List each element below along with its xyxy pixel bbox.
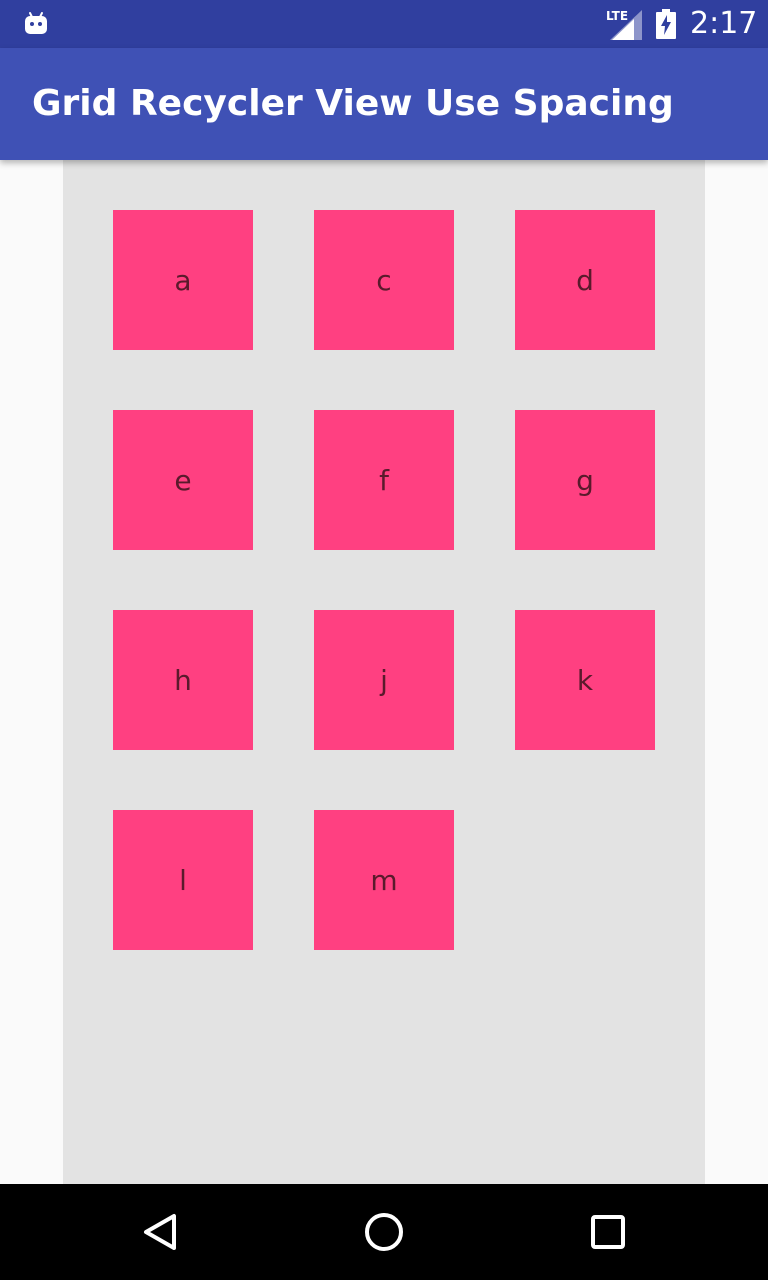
grid-item[interactable]: c xyxy=(314,210,454,350)
grid-item-label: h xyxy=(174,663,192,697)
content-area: a c d e f g h j k l m xyxy=(0,160,768,1184)
grid-item[interactable]: d xyxy=(515,210,655,350)
clock: 2:17 xyxy=(690,6,758,41)
grid-item[interactable]: j xyxy=(314,610,454,750)
status-bar: LTE 2:17 xyxy=(0,0,768,48)
grid-item-label: e xyxy=(174,463,192,497)
signal-icon xyxy=(610,10,642,40)
grid-item-label: a xyxy=(174,263,192,297)
grid-item-label: k xyxy=(576,663,594,697)
grid-item-label: f xyxy=(379,463,389,497)
grid-item-label: c xyxy=(376,263,392,297)
grid-item-label: g xyxy=(576,463,594,497)
navigation-bar xyxy=(0,1184,768,1280)
grid-item[interactable]: m xyxy=(314,810,454,950)
grid-item-label: j xyxy=(380,663,388,697)
grid-item[interactable]: k xyxy=(515,610,655,750)
app-bar: Grid Recycler View Use Spacing xyxy=(0,48,768,160)
android-notification-icon xyxy=(25,12,47,34)
grid-item-label: l xyxy=(179,863,187,897)
grid-item[interactable]: h xyxy=(113,610,253,750)
back-icon[interactable] xyxy=(136,1208,184,1256)
grid-item[interactable]: l xyxy=(113,810,253,950)
grid-recycler-view[interactable]: a c d e f g h j k l m xyxy=(63,160,705,1184)
grid-item[interactable]: g xyxy=(515,410,655,550)
battery-charging-icon xyxy=(656,9,676,39)
home-icon[interactable] xyxy=(360,1208,408,1256)
grid-item[interactable]: e xyxy=(113,410,253,550)
grid-item-label: d xyxy=(576,263,594,297)
page-title: Grid Recycler View Use Spacing xyxy=(32,83,674,124)
recents-icon[interactable] xyxy=(584,1208,632,1256)
grid-item[interactable]: a xyxy=(113,210,253,350)
grid-item[interactable]: f xyxy=(314,410,454,550)
grid-item-label: m xyxy=(370,863,398,897)
